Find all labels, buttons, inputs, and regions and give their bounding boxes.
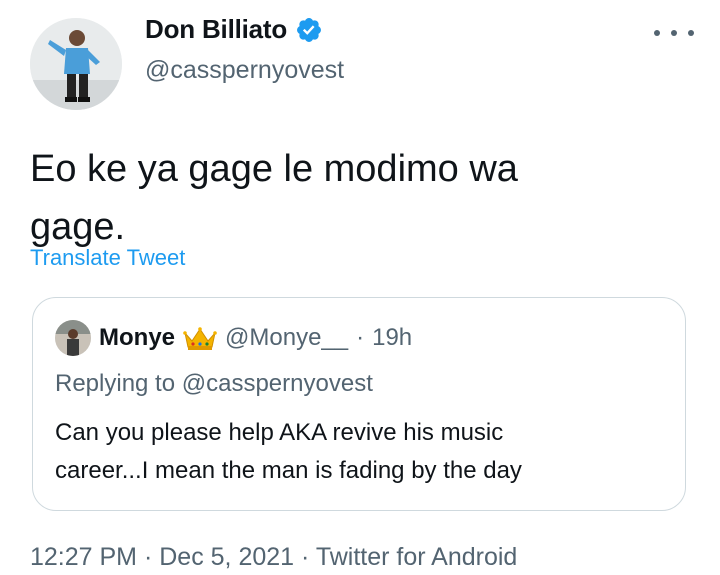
quoted-text-line: career...I mean the man is fading by the… (55, 457, 522, 484)
more-options-icon[interactable] (654, 20, 694, 46)
author-avatar[interactable] (30, 18, 122, 110)
translate-tweet-link[interactable]: Translate Tweet (30, 245, 185, 271)
tweet-text: Eo ke ya gage le modimo wa gage. (30, 140, 670, 256)
author-name-row[interactable]: Don Billiato (145, 14, 323, 45)
quoted-tweet-text: Can you please help AKA revive his music… (55, 414, 655, 490)
separator-dot: · (301, 543, 310, 571)
quoted-timestamp[interactable]: 19h (372, 324, 412, 352)
quoted-handle[interactable]: @Monye__ (225, 324, 348, 352)
replying-to-handle[interactable]: @casspernyovest (182, 370, 373, 397)
quoted-tweet[interactable]: Monye @Monye__ · 19h Replying to @casspe (32, 297, 686, 511)
quoted-avatar-photo-icon (55, 320, 91, 356)
quoted-text-line: Can you please help AKA revive his music (55, 419, 504, 446)
separator-dot: · (356, 324, 365, 351)
author-display-name[interactable]: Don Billiato (145, 14, 287, 45)
replying-to-prefix: Replying to (55, 370, 176, 397)
author-handle[interactable]: @casspernyovest (145, 56, 344, 85)
tweet-time[interactable]: 12:27 PM (30, 543, 137, 571)
tweet-text-line: Eo ke ya gage le modimo wa (30, 148, 518, 190)
separator-dot: · (143, 543, 153, 571)
quoted-display-name[interactable]: Monye (99, 324, 175, 352)
tweet-source[interactable]: Twitter for Android (316, 543, 517, 571)
avatar-photo-icon (30, 18, 122, 110)
crown-icon (183, 325, 217, 351)
verified-badge-icon (295, 16, 323, 44)
tweet-date[interactable]: Dec 5, 2021 (159, 543, 294, 571)
tweet-metadata: 12:27 PM · Dec 5, 2021 · Twitter for And… (30, 543, 517, 572)
quoted-tweet-header: Monye @Monye__ · 19h (55, 320, 412, 356)
quoted-author-avatar[interactable] (55, 320, 91, 356)
tweet-card: Don Billiato @casspernyovest Eo ke ya ga… (0, 0, 720, 575)
replying-to-line: Replying to @casspernyovest (55, 370, 373, 398)
